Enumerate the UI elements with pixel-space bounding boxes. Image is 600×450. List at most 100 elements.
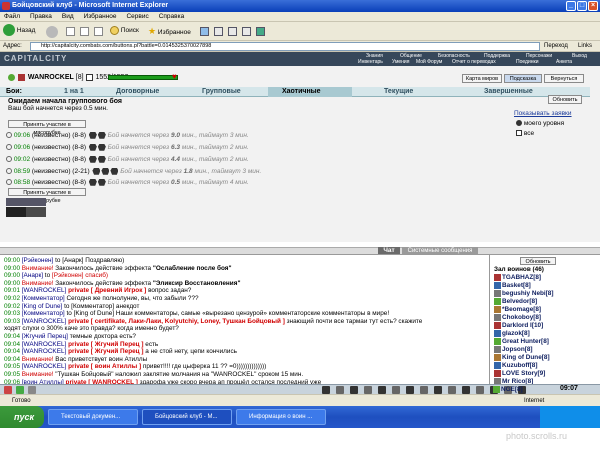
radio-icon[interactable]: [6, 132, 12, 139]
favorites-button[interactable]: ★ Избранное: [148, 24, 191, 38]
radio-icon[interactable]: [6, 168, 12, 175]
player-list-item[interactable]: Darklord I[10]: [494, 322, 543, 330]
radio-icon[interactable]: [6, 156, 12, 163]
radio-selected-icon[interactable]: [516, 120, 522, 127]
taskbar-item[interactable]: Текстовый докумен...: [48, 409, 138, 425]
player-list-item[interactable]: TGABHAZ[8]: [494, 274, 541, 282]
close-button[interactable]: ×: [588, 1, 598, 11]
menu-file[interactable]: Файл: [0, 12, 24, 22]
refresh-button[interactable]: Обновить: [548, 95, 582, 104]
clan-icon: [494, 330, 501, 337]
clan-icon: [494, 306, 501, 313]
join-battle-button-bottom[interactable]: Принять участие в мясорубке: [8, 188, 86, 204]
tab-group[interactable]: Групповые: [202, 87, 241, 97]
player-list-item[interactable]: *Beomage[8]: [494, 306, 541, 314]
filter-my-level[interactable]: моего уровня: [516, 120, 564, 127]
links-button[interactable]: Links: [578, 41, 592, 52]
sword-icon[interactable]: [434, 386, 442, 394]
radio-icon[interactable]: [6, 179, 12, 186]
player-list-item[interactable]: Basket[8]: [494, 282, 531, 290]
player-name[interactable]: WANROCKEL: [28, 74, 74, 81]
player-list-item[interactable]: Chokoboy[8]: [494, 314, 541, 322]
menu-edit[interactable]: Правка: [26, 12, 56, 22]
player-list-item[interactable]: Great Hunter[8]: [494, 338, 549, 346]
search-button[interactable]: Поиск: [110, 24, 139, 38]
info-icon[interactable]: [85, 73, 93, 81]
link-skills[interactable]: Умения: [392, 59, 409, 65]
sword-icon[interactable]: [406, 386, 414, 394]
player-list-item[interactable]: glazok[8]: [494, 330, 530, 338]
exit-icon[interactable]: [4, 386, 12, 394]
scroll-icon[interactable]: [476, 386, 484, 394]
player-list-item[interactable]: Kuzuboff[8]: [494, 362, 538, 370]
stop-icon[interactable]: [66, 27, 75, 36]
player-list-item[interactable]: NGE[8]: [493, 386, 523, 394]
chat-log[interactable]: 09:00 [Рэйконен] to [Анарк] Поздравляю) …: [0, 254, 489, 386]
player-list-item[interactable]: Jopson[8]: [494, 346, 533, 354]
refresh-icon[interactable]: [80, 27, 89, 36]
player-list-item[interactable]: King of Dune[8]: [494, 354, 550, 362]
menu-favorites[interactable]: Избранное: [80, 12, 121, 22]
link-battles[interactable]: Поединки: [516, 59, 539, 65]
link-exit[interactable]: Выход: [572, 53, 587, 59]
battle-row[interactable]: 09:06 (неизвестно) (8-8) Бой начнется че…: [6, 143, 249, 152]
print-icon[interactable]: [228, 27, 237, 36]
back-button[interactable]: Назад: [3, 24, 35, 38]
hint-button[interactable]: Подсказка: [504, 74, 542, 83]
messenger-icon[interactable]: [256, 27, 265, 36]
filter-title[interactable]: Показывать заявки: [514, 110, 572, 117]
menu-view[interactable]: Вид: [58, 12, 78, 22]
player-list-item[interactable]: Belvedor[8]: [494, 298, 537, 306]
media-icon[interactable]: [200, 27, 209, 36]
taskbar-item[interactable]: Информация о воин ...: [236, 409, 326, 425]
maximize-button[interactable]: □: [577, 1, 587, 11]
join-battle-button-top[interactable]: Принять участие в мясорубке: [8, 120, 86, 136]
start-button[interactable]: пуск: [0, 406, 44, 428]
settings-icon[interactable]: [28, 386, 36, 394]
checkbox-icon[interactable]: [516, 130, 522, 137]
radio-icon[interactable]: [6, 144, 12, 151]
player-list-item[interactable]: LOVE Story[9]: [494, 370, 545, 378]
rating-banner[interactable]: [6, 207, 46, 217]
scroll-icon[interactable]: [448, 386, 456, 394]
mail-icon[interactable]: [214, 27, 223, 36]
menu-help[interactable]: Справка: [155, 12, 189, 22]
scroll-icon[interactable]: [364, 386, 372, 394]
go-button[interactable]: Переход: [544, 41, 568, 52]
minimize-button[interactable]: _: [566, 1, 576, 11]
tab-chaotic[interactable]: Хаотичные: [268, 87, 352, 97]
tab-current[interactable]: Текущие: [384, 87, 413, 97]
link-my-forum[interactable]: Мой Форум: [416, 59, 442, 65]
home-icon[interactable]: [94, 27, 103, 36]
sword-icon[interactable]: [322, 386, 330, 394]
battle-row[interactable]: 08:58 (неизвестно) (8-8) Бой начнется че…: [6, 178, 249, 187]
battle-row[interactable]: 09:06 (неизвестно) (8-8) Бой начнется че…: [6, 131, 249, 140]
battle-row[interactable]: 08:59 (неизвестно) (2-21) Бой начнется ч…: [6, 167, 261, 176]
filter-all[interactable]: все: [516, 130, 534, 137]
player-list-item[interactable]: begushiy Nebi[8]: [494, 290, 554, 298]
counter-banner[interactable]: [6, 198, 46, 206]
tab-negotiated[interactable]: Договорные: [116, 87, 159, 97]
smile-icon[interactable]: [16, 386, 24, 394]
scroll-icon[interactable]: [336, 386, 344, 394]
menu-bar: Файл Правка Вид Избранное Сервис Справка: [0, 12, 600, 22]
edit-icon[interactable]: [242, 27, 251, 36]
forward-arrow-icon[interactable]: [46, 26, 58, 38]
players-refresh-button[interactable]: Обновить: [520, 257, 556, 265]
tab-one-on-one[interactable]: 1 на 1: [64, 87, 84, 97]
sword-icon[interactable]: [378, 386, 386, 394]
tab-finished[interactable]: Завершенные: [484, 87, 533, 97]
link-inventory[interactable]: Инвентарь: [358, 59, 383, 65]
scroll-icon[interactable]: [392, 386, 400, 394]
return-button[interactable]: Вернуться: [544, 74, 584, 83]
address-input[interactable]: http://capitalcity.combats.com/buttons.p…: [30, 42, 540, 51]
scroll-icon[interactable]: [420, 386, 428, 394]
link-profile[interactable]: Анкета: [556, 59, 572, 65]
sword-icon[interactable]: [350, 386, 358, 394]
sword-icon[interactable]: [462, 386, 470, 394]
battle-row[interactable]: 09:02 (неизвестно) (8-8) Бой начнется че…: [6, 155, 249, 164]
menu-tools[interactable]: Сервис: [122, 12, 152, 22]
link-transfers[interactable]: Отчет о переводах: [452, 59, 496, 65]
world-map-button[interactable]: Карта миров: [462, 74, 502, 83]
taskbar-item-active[interactable]: Бойцовский клуб - M...: [142, 409, 232, 425]
